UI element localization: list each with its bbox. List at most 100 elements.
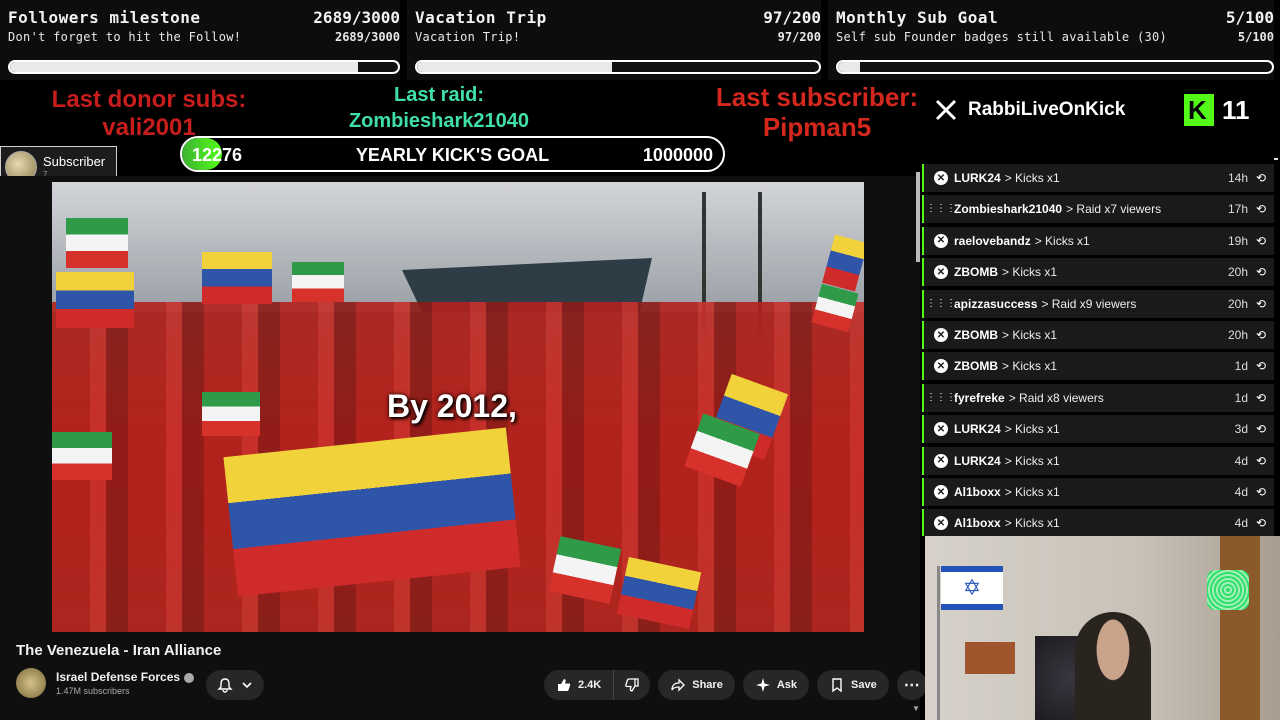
x-handle-text: RabbiLiveOnKick xyxy=(968,99,1126,120)
raid-icon: ⋮⋮⋮ xyxy=(926,391,956,403)
channel-avatar[interactable] xyxy=(16,668,46,698)
event-time: 20h xyxy=(1227,296,1248,311)
like-dislike-group: 2.4K xyxy=(544,670,651,700)
like-count: 2.4K xyxy=(578,679,602,691)
replay-icon[interactable]: ⟲ xyxy=(1256,485,1266,499)
replay-icon[interactable]: ⟲ xyxy=(1256,454,1266,468)
event-action: > Kicks x1 xyxy=(1004,485,1060,499)
event-row[interactable]: ✕ ZBOMB > Kicks x1 20h ⟲ xyxy=(922,258,1274,287)
event-row[interactable]: ✕ raelovebandz > Kicks x1 19h ⟲ xyxy=(922,226,1274,255)
channel-name[interactable]: Israel Defense Forces xyxy=(56,670,180,684)
more-button[interactable]: ⋯ xyxy=(896,670,927,700)
ask-label: Ask xyxy=(776,679,798,691)
save-button[interactable]: Save xyxy=(817,670,889,700)
event-user: Al1boxx xyxy=(954,516,1001,531)
notification-bell-button[interactable] xyxy=(206,670,264,700)
goal-subtitle: Don't forget to hit the Follow! xyxy=(8,30,242,44)
event-user: LURK24 xyxy=(954,422,1001,437)
replay-icon[interactable]: ⟲ xyxy=(1256,422,1266,436)
event-row[interactable]: ⋮⋮⋮ apizzasuccess > Raid x9 viewers 20h ⟲ xyxy=(922,289,1274,318)
event-time: 4d xyxy=(1234,516,1248,531)
goal-title: Vacation Trip xyxy=(415,8,547,27)
webcam-jar xyxy=(1207,570,1249,610)
bookmark-icon xyxy=(832,678,842,693)
event-time: 17h xyxy=(1227,202,1248,217)
kick-icon: ✕ xyxy=(934,171,948,185)
event-row[interactable]: ⋮⋮⋮ Zombieshark21040 > Raid x7 viewers 17h ⟲ xyxy=(922,195,1274,224)
goal-followers: Followers milestone 2689/3000 Don't forg… xyxy=(0,0,400,80)
webcam-feed: ✡ xyxy=(925,536,1280,720)
event-row[interactable]: ✕ Al1boxx > Kicks x1 4d ⟲ xyxy=(922,478,1274,506)
event-action: > Raid x7 viewers xyxy=(1066,202,1162,217)
event-row[interactable]: ✕ ZBOMB > Kicks x1 1d ⟲ xyxy=(922,352,1274,381)
kick-icon: ✕ xyxy=(934,233,948,248)
channel-subscribers: 1.47M subscribers xyxy=(56,686,130,696)
event-row[interactable]: ✕ Al1boxx > Kicks x1 4d ⟲ xyxy=(922,509,1274,536)
event-user: LURK24 xyxy=(954,171,1001,185)
webcam-door xyxy=(1220,536,1260,720)
share-icon xyxy=(671,678,686,692)
video-player[interactable]: By 2012, xyxy=(52,182,864,632)
event-user: apizzasuccess xyxy=(954,296,1038,311)
last-subscriber-label: Last subscriber: Pipman5 xyxy=(700,82,934,142)
event-action: > Kicks x1 xyxy=(1004,453,1060,468)
goal-count: 97/200 xyxy=(763,8,821,27)
replay-icon[interactable]: ⟲ xyxy=(1256,516,1266,530)
event-row[interactable]: ✕ LURK24 > Kicks x1 3d ⟲ xyxy=(922,415,1274,444)
video-area: By 2012, The Venezuela - Iran Alliance I… xyxy=(0,176,927,720)
replay-icon[interactable]: ⟲ xyxy=(1256,265,1266,279)
event-time: 19h xyxy=(1227,233,1248,248)
event-time: 14h xyxy=(1227,171,1248,185)
event-action: > Kicks x1 xyxy=(1002,265,1058,280)
event-time: 4d xyxy=(1234,453,1248,468)
kick-icon: ✕ xyxy=(934,265,948,280)
event-action: > Kicks x1 xyxy=(1004,171,1060,185)
event-user: fyrefreke xyxy=(954,390,1005,405)
kick-icon: ✕ xyxy=(934,453,948,468)
event-action: > Kicks x1 xyxy=(1034,233,1090,248)
kick-icon: ✕ xyxy=(934,422,948,437)
event-user: ZBOMB xyxy=(954,265,998,280)
kick-count-value: 11 xyxy=(1222,94,1250,125)
replay-icon[interactable]: ⟲ xyxy=(1256,171,1266,185)
replay-icon[interactable]: ⟲ xyxy=(1256,297,1266,311)
event-user: Zombieshark21040 xyxy=(954,202,1063,217)
channel-info[interactable]: Israel Defense Forces 1.47M subscribers xyxy=(16,668,195,698)
event-action: > Raid x9 viewers xyxy=(1041,296,1137,311)
kick-icon: ✕ xyxy=(934,516,948,531)
event-time: 20h xyxy=(1227,328,1248,342)
replay-icon[interactable]: ⟲ xyxy=(1256,234,1266,248)
event-row[interactable]: ✕ LURK24 > Kicks x1 14h ⟲ xyxy=(922,164,1274,192)
flag-image xyxy=(66,218,128,268)
video-actions: 2.4K Share Ask Save ⋯ xyxy=(544,670,927,700)
last-donor-label: Last donor subs: vali2001 xyxy=(40,86,258,142)
video-title: The Venezuela - Iran Alliance xyxy=(16,642,222,659)
scroll-down-arrow-icon[interactable]: ▼ xyxy=(912,704,920,713)
event-action: > Kicks x1 xyxy=(1002,359,1058,374)
event-user: ZBOMB xyxy=(954,328,998,342)
goal-count-small: 2689/3000 xyxy=(334,30,400,44)
replay-icon[interactable]: ⟲ xyxy=(1256,391,1266,405)
last-donor-title: Last donor subs: xyxy=(51,86,247,113)
chevron-down-icon xyxy=(242,682,252,689)
event-row[interactable]: ✕ LURK24 > Kicks x1 4d ⟲ xyxy=(922,446,1274,475)
event-row[interactable]: ✕ ZBOMB > Kicks x1 20h ⟲ xyxy=(922,321,1274,349)
replay-icon[interactable]: ⟲ xyxy=(1256,359,1266,373)
share-button[interactable]: Share xyxy=(658,670,735,700)
goal-count: 5/100 xyxy=(1225,8,1274,27)
replay-icon[interactable]: ⟲ xyxy=(1256,202,1266,216)
goal-count-small: 97/200 xyxy=(777,30,821,44)
thumbs-down-icon xyxy=(625,678,639,692)
flag-image xyxy=(292,262,344,302)
dislike-button[interactable] xyxy=(614,670,651,700)
like-button[interactable]: 2.4K xyxy=(544,670,615,700)
replay-icon[interactable]: ⟲ xyxy=(1256,328,1266,342)
more-icon: ⋯ xyxy=(903,677,920,694)
flag-image xyxy=(52,432,112,480)
video-caption: By 2012, xyxy=(387,388,517,424)
event-row[interactable]: ⋮⋮⋮ fyrefreke > Raid x8 viewers 1d ⟲ xyxy=(922,383,1274,412)
event-action: > Raid x8 viewers xyxy=(1008,390,1104,405)
goal-progress-fill xyxy=(838,62,860,72)
ask-button[interactable]: Ask xyxy=(742,670,810,700)
webcam-poster xyxy=(965,642,1015,674)
